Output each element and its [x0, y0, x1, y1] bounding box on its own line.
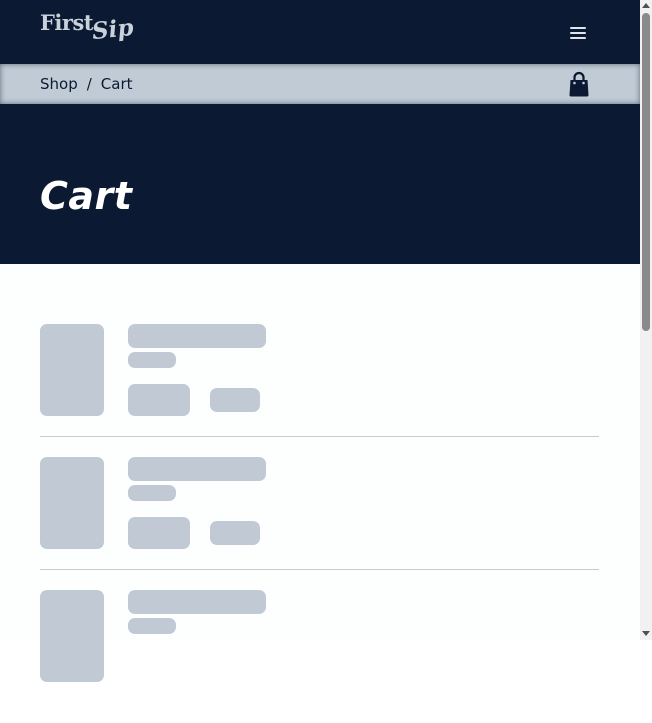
skeleton-quantity-control: [128, 384, 190, 416]
page-title: Cart: [40, 174, 133, 218]
breadcrumb-current-cart: Cart: [100, 75, 133, 93]
skeleton-product-image: [40, 324, 104, 416]
scroll-up-arrow-icon[interactable]: [642, 3, 650, 8]
skeleton-product-variant: [128, 352, 176, 368]
page-hero: Cart: [0, 104, 640, 264]
breadcrumb: Shop / Cart: [40, 64, 133, 104]
skeleton-quantity-control: [128, 517, 190, 549]
cart-content: [0, 264, 640, 682]
logo-text-first: First: [40, 10, 93, 35]
hamburger-menu-icon[interactable]: [567, 24, 591, 42]
logo-text-second: Sip: [90, 13, 135, 46]
menu-line: [570, 32, 586, 34]
menu-line: [570, 37, 586, 39]
top-navigation-bar: First Sip: [0, 0, 640, 64]
skeleton-product-title: [128, 457, 266, 481]
item-divider: [40, 436, 599, 437]
skeleton-product-image: [40, 457, 104, 549]
cart-item-skeleton: [40, 324, 599, 457]
skeleton-price: [210, 521, 260, 545]
shopping-bag-icon[interactable]: [567, 71, 591, 97]
skeleton-price: [210, 388, 260, 412]
skeleton-product-variant: [128, 618, 176, 634]
skeleton-product-title: [128, 590, 266, 614]
breadcrumb-bar: Shop / Cart: [0, 64, 640, 104]
firstsip-logo[interactable]: First Sip: [40, 10, 135, 46]
skeleton-product-image: [40, 590, 104, 682]
scroll-down-arrow-icon[interactable]: [642, 631, 650, 636]
menu-line: [570, 27, 586, 29]
skeleton-product-title: [128, 324, 266, 348]
cart-item-skeleton: [40, 457, 599, 590]
cart-item-skeleton: [40, 590, 599, 723]
skeleton-product-variant: [128, 485, 176, 501]
scrollbar-thumb[interactable]: [642, 13, 650, 331]
breadcrumb-separator: /: [86, 75, 92, 93]
page-scrollbar[interactable]: [640, 0, 652, 640]
breadcrumb-shop-link[interactable]: Shop: [40, 75, 78, 93]
item-divider: [40, 569, 599, 570]
